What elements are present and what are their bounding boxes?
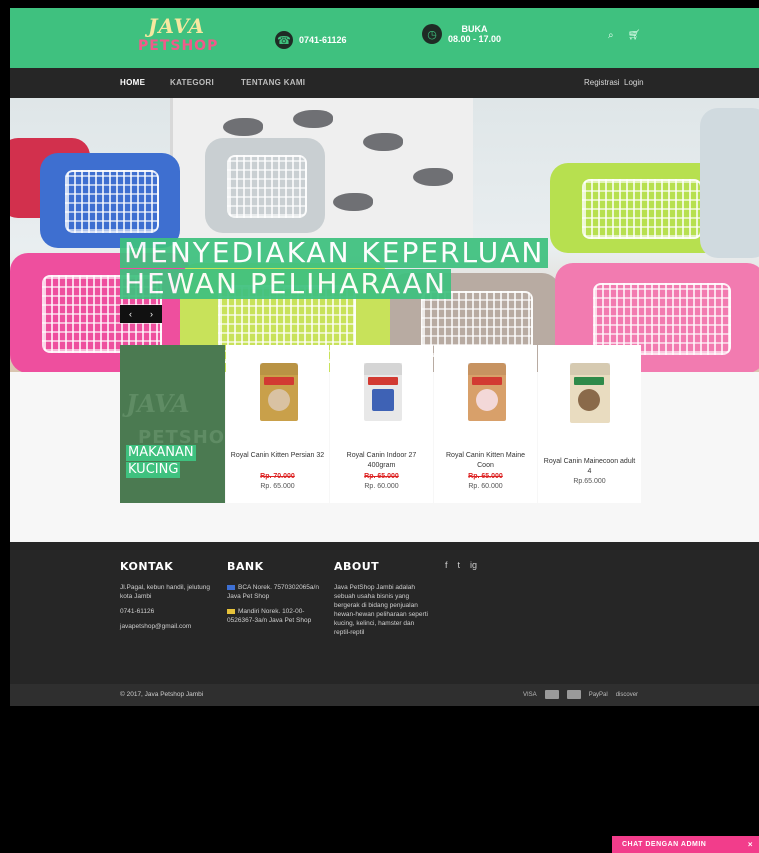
nav-home[interactable]: HOME <box>120 78 145 87</box>
hours-text: BUKA 08.00 - 17.00 <box>448 24 501 44</box>
register-link[interactable]: Registrasi <box>584 78 620 87</box>
product-list: Royal Canin Kitten Persian 32 Rp. 70.000… <box>226 345 641 503</box>
logo-text: PETSHOP <box>138 38 219 54</box>
site-logo[interactable]: JAVA PETSHOP <box>134 14 244 62</box>
product-card[interactable]: Royal Canin Mainecoon adult 4 Rp.65.000 <box>538 345 641 503</box>
product-price: Rp. 65.000 <box>260 483 295 490</box>
phone-icon: ☎ <box>275 31 293 49</box>
top-header: JAVA PETSHOP ☎ 0741-61126 ◷ BUKA 08.00 -… <box>10 8 759 68</box>
bca-icon <box>227 584 235 590</box>
bank-card-icon <box>566 690 581 699</box>
search-icon[interactable]: ⌕ <box>608 30 614 41</box>
copyright: © 2017, Java Petshop Jambi <box>120 691 204 698</box>
product-card[interactable]: Royal Canin Kitten Persian 32 Rp. 70.000… <box>226 345 329 503</box>
header-icons: ⌕ 🛒︎ <box>608 30 640 41</box>
twitter-icon[interactable]: t <box>458 560 461 570</box>
cart-icon[interactable]: 🛒︎ <box>628 30 641 41</box>
hours-label: BUKA <box>461 24 488 34</box>
paypal-icon: PayPal <box>588 691 608 698</box>
footer: KONTAK Jl.Pagal, kebun handil, jelutung … <box>10 542 759 684</box>
main-nav: HOME KATEGORI TENTANG KAMI Registrasi Lo… <box>10 68 759 98</box>
chat-label: CHAT DENGAN ADMIN <box>622 841 707 848</box>
product-image[interactable] <box>468 363 506 421</box>
bottom-bar: © 2017, Java Petshop Jambi VISA PayPal d… <box>10 684 759 706</box>
product-name[interactable]: Royal Canin Kitten Persian 32 <box>230 451 325 461</box>
nav-kategori[interactable]: KATEGORI <box>170 78 214 87</box>
category-line2: KUCING <box>126 462 181 478</box>
product-section: JAVA PETSHOP MAKANAN KUCING Royal Canin … <box>10 345 759 542</box>
mastercard-icon <box>544 690 559 699</box>
facebook-icon[interactable]: f <box>445 560 448 570</box>
nav-tentang-kami[interactable]: TENTANG KAMI <box>241 78 305 87</box>
product-price: Rp. 60.000 <box>364 483 399 490</box>
payment-methods: VISA PayPal discover <box>523 690 638 699</box>
footer-kontak: KONTAK Jl.Pagal, kebun handil, jelutung … <box>120 560 220 637</box>
crate-blue <box>40 153 180 248</box>
product-name[interactable]: Royal Canin Kitten Maine Coon <box>438 451 533 471</box>
header-phone: ☎ 0741-61126 <box>275 31 347 49</box>
page: JAVA PETSHOP ☎ 0741-61126 ◷ BUKA 08.00 -… <box>10 8 759 853</box>
clock-icon: ◷ <box>422 24 442 44</box>
bank-title: BANK <box>227 560 264 573</box>
crate-white <box>700 108 759 258</box>
kontak-email[interactable]: javapetshop@gmail.com <box>120 622 220 631</box>
product-price: Rp.65.000 <box>573 478 606 485</box>
category-watermark-script: JAVA <box>126 389 190 418</box>
crate-grey <box>205 138 325 233</box>
kontak-title: KONTAK <box>120 560 174 573</box>
instagram-icon[interactable]: ig <box>470 560 477 570</box>
category-label: MAKANAN KUCING <box>126 445 196 479</box>
chat-admin-button[interactable]: CHAT DENGAN ADMIN × <box>612 836 759 853</box>
bank-mandiri: Mandiri Norek. 102-00-0526367-3a/n Java … <box>227 608 312 624</box>
product-card[interactable]: Royal Canin Kitten Maine Coon Rp. 65.000… <box>434 345 537 503</box>
hero-title: MENYEDIAKAN KEPERLUAN HEWAN PELIHARAAN <box>120 238 549 300</box>
product-price: Rp. 60.000 <box>468 483 503 490</box>
footer-about: ABOUT Java PetShop Jambi adalah sebuah u… <box>334 560 429 643</box>
login-link[interactable]: Login <box>624 78 644 87</box>
mandiri-icon <box>227 608 235 614</box>
discover-icon: discover <box>615 691 639 698</box>
product-name[interactable]: Royal Canin Mainecoon adult 4 <box>542 457 637 477</box>
kontak-phone: 0741-61126 <box>120 608 155 615</box>
slider-controls: ‹ › <box>120 305 162 323</box>
chevron-right-icon[interactable]: › <box>141 305 162 323</box>
kontak-address: Jl.Pagal, kebun handil, jelutung kota Ja… <box>120 584 210 600</box>
category-line1: MAKANAN <box>126 445 196 461</box>
hero-line1: MENYEDIAKAN KEPERLUAN <box>120 238 549 268</box>
close-icon[interactable]: × <box>748 840 753 849</box>
phone-number: 0741-61126 <box>299 35 347 45</box>
hero-line2: HEWAN PELIHARAAN <box>120 269 451 299</box>
category-box[interactable]: JAVA PETSHOP MAKANAN KUCING <box>120 345 225 503</box>
social-links: f t ig <box>445 560 477 570</box>
product-image[interactable] <box>260 363 298 421</box>
product-card[interactable]: Royal Canin Indoor 27 400gram Rp. 65.000… <box>330 345 433 503</box>
hero-banner: MENYEDIAKAN KEPERLUAN HEWAN PELIHARAAN ‹… <box>10 98 759 372</box>
product-name[interactable]: Royal Canin Indoor 27 400gram <box>334 451 429 471</box>
bank-bca: BCA Norek. 7570302065a/n Java Pet Shop <box>227 584 319 600</box>
chevron-left-icon[interactable]: ‹ <box>120 305 141 323</box>
header-hours: ◷ BUKA 08.00 - 17.00 <box>422 24 501 44</box>
product-image[interactable] <box>570 363 610 423</box>
product-old-price: Rp. 70.000 <box>260 473 295 480</box>
visa-icon: VISA <box>523 691 537 698</box>
hours-time: 08.00 - 17.00 <box>448 34 502 44</box>
about-text: Java PetShop Jambi adalah sebuah usaha b… <box>334 584 428 636</box>
product-image[interactable] <box>364 363 402 421</box>
logo-script: JAVA <box>148 14 206 38</box>
product-old-price: Rp. 65.000 <box>364 473 399 480</box>
footer-bank: BANK BCA Norek. 7570302065a/n Java Pet S… <box>227 560 327 631</box>
about-title: ABOUT <box>334 560 380 573</box>
product-old-price: Rp. 65.000 <box>468 473 503 480</box>
